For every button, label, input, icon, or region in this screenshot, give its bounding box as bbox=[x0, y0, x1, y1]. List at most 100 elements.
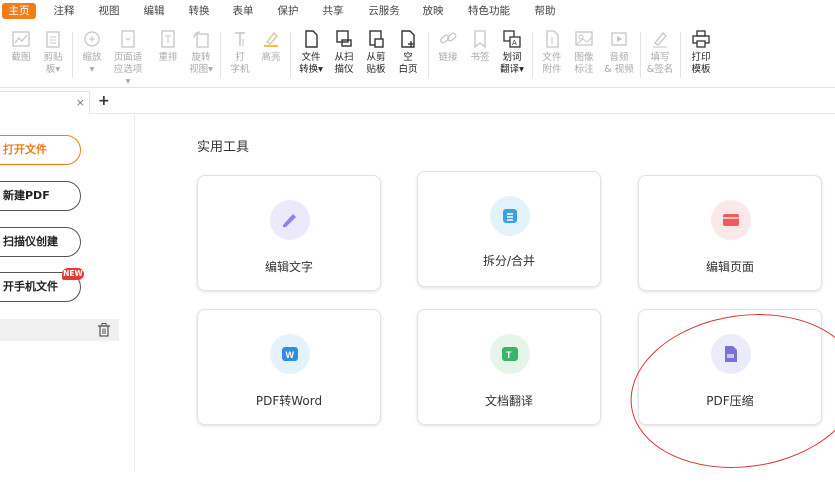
print-icon bbox=[692, 30, 710, 48]
clipboard-icon bbox=[46, 31, 60, 48]
image-annotate-button[interactable]: 图像 标注 bbox=[569, 29, 599, 76]
file-convert-icon bbox=[305, 30, 318, 48]
menu-slideshow[interactable]: 放映 bbox=[419, 3, 447, 19]
menu-annotate[interactable]: 注释 bbox=[50, 3, 78, 19]
tool-card-title: 拆分/合并 bbox=[482, 254, 536, 268]
ribbon-label: 音频 & 视频 bbox=[604, 52, 634, 75]
menu-convert[interactable]: 转换 bbox=[185, 3, 213, 19]
tool-card-edit-text[interactable]: 编辑文字 bbox=[197, 175, 381, 291]
ribbon-label: 文件 转换▾ bbox=[299, 52, 323, 75]
tool-card-title: 编辑文字 bbox=[264, 260, 313, 274]
ribbon-label: 空 白页 bbox=[398, 52, 418, 75]
ribbon-label: 高亮 bbox=[261, 52, 281, 63]
ribbon-label: 图像 标注 bbox=[574, 52, 594, 75]
ribbon-label: 链接 bbox=[438, 52, 458, 63]
fit-page-icon bbox=[121, 30, 135, 48]
ribbon-label: 划词 翻译▾ bbox=[500, 52, 524, 75]
menu-cloud[interactable]: 云服务 bbox=[364, 3, 404, 19]
menu-form[interactable]: 表单 bbox=[229, 3, 257, 19]
edit-page-icon bbox=[711, 200, 751, 240]
ribbon-label: 缩放 ▾ bbox=[82, 52, 102, 75]
ribbon-label: 剪贴 板▾ bbox=[43, 52, 63, 75]
ribbon-label: 从扫 描仪 bbox=[334, 52, 354, 75]
ribbon-toolbar: 截图 剪贴 板▾ 缩放 ▾ 页面适 应选项▾ 重排 旋转 视图▾ 打 字机 高亮… bbox=[0, 22, 835, 88]
chart-icon bbox=[12, 31, 30, 47]
svg-text:T: T bbox=[506, 350, 512, 360]
blank-page-button[interactable]: 空 白页 bbox=[393, 29, 423, 76]
open-file-button[interactable]: 打开文件 bbox=[0, 135, 81, 165]
tool-card-split-merge[interactable]: 拆分/合并 bbox=[417, 171, 601, 287]
menu-protect[interactable]: 保护 bbox=[274, 3, 302, 19]
trash-icon[interactable] bbox=[96, 322, 112, 342]
tool-card-title: PDF转Word bbox=[255, 394, 323, 408]
link-icon bbox=[440, 32, 457, 44]
ribbon-label: 打印 模板 bbox=[691, 52, 711, 75]
recent-file-row[interactable] bbox=[0, 319, 119, 341]
reflow-button[interactable]: 重排 bbox=[153, 29, 183, 64]
link-button[interactable]: 链接 bbox=[433, 29, 463, 64]
highlight-icon bbox=[264, 32, 278, 47]
image-annotate-icon bbox=[575, 31, 593, 46]
ribbon-label: 打 字机 bbox=[230, 52, 250, 75]
menu-share[interactable]: 共享 bbox=[319, 3, 347, 19]
separator bbox=[680, 32, 681, 78]
separator bbox=[220, 32, 221, 78]
clipboard-button[interactable]: 剪贴 板▾ bbox=[38, 29, 68, 76]
from-scanner-button[interactable]: 从扫 描仪 bbox=[329, 29, 359, 76]
tool-card-title: 编辑页面 bbox=[705, 260, 754, 274]
svg-text:A: A bbox=[512, 39, 517, 47]
from-clipboard-button[interactable]: 从剪 贴板 bbox=[361, 29, 391, 76]
sign-icon bbox=[653, 32, 667, 48]
document-tab-bar: × + bbox=[0, 88, 835, 114]
rotate-icon bbox=[193, 31, 209, 48]
bookmark-button[interactable]: 书签 bbox=[465, 29, 495, 64]
audio-video-button[interactable]: 音频 & 视频 bbox=[604, 29, 634, 76]
highlight-button[interactable]: 高亮 bbox=[256, 29, 286, 64]
zoom-icon bbox=[84, 31, 100, 47]
svg-text:W: W bbox=[286, 350, 295, 360]
scanner-icon bbox=[336, 30, 352, 47]
pdf-to-word-icon: W bbox=[270, 334, 310, 374]
tool-card-title: 文档翻译 bbox=[484, 394, 533, 408]
zoom-button[interactable]: 缩放 ▾ bbox=[77, 29, 107, 76]
separator bbox=[290, 32, 291, 78]
bookmark-icon bbox=[474, 30, 486, 49]
print-template-button[interactable]: 打印 模板 bbox=[686, 29, 716, 76]
separator bbox=[640, 32, 641, 78]
close-tab-icon[interactable]: × bbox=[76, 96, 85, 109]
section-title: 实用工具 bbox=[197, 140, 250, 155]
blank-page-icon bbox=[401, 30, 415, 48]
attachment-icon bbox=[546, 30, 559, 48]
pdf-compress-icon bbox=[711, 334, 751, 374]
new-pdf-button[interactable]: 新建PDF bbox=[0, 181, 81, 211]
scanner-create-button[interactable]: 扫描仪创建 bbox=[0, 227, 81, 257]
typewriter-icon bbox=[235, 32, 245, 46]
menu-edit[interactable]: 编辑 bbox=[140, 3, 168, 19]
menu-features[interactable]: 特色功能 bbox=[463, 3, 515, 19]
tool-card-pdf-to-word[interactable]: W PDF转Word bbox=[197, 309, 381, 425]
screenshot-button[interactable]: 截图 bbox=[6, 29, 36, 64]
tool-card-edit-page[interactable]: 编辑页面 bbox=[638, 175, 822, 291]
file-convert-button[interactable]: 文件 转换▾ bbox=[296, 29, 326, 76]
fill-sign-button[interactable]: 填写 &签名 bbox=[645, 29, 675, 76]
menu-home[interactable]: 主页 bbox=[2, 3, 36, 19]
menu-view[interactable]: 视图 bbox=[95, 3, 123, 19]
document-tab[interactable]: × bbox=[0, 91, 90, 114]
new-tab-button[interactable]: + bbox=[98, 93, 110, 109]
separator bbox=[72, 32, 73, 78]
word-translate-button[interactable]: A 划词 翻译▾ bbox=[497, 29, 527, 76]
fit-page-button[interactable]: 页面适 应选项▾ bbox=[113, 29, 143, 88]
ribbon-label: 旋转 视图▾ bbox=[189, 52, 213, 75]
from-clipboard-icon bbox=[369, 30, 384, 48]
separator bbox=[428, 32, 429, 78]
ribbon-label: 重排 bbox=[158, 52, 178, 63]
file-attachment-button[interactable]: 文件 附件 bbox=[537, 29, 567, 76]
edit-text-icon bbox=[270, 200, 310, 240]
menu-help[interactable]: 帮助 bbox=[531, 3, 559, 19]
tool-card-pdf-compress[interactable]: PDF压缩 bbox=[638, 309, 822, 425]
typewriter-button[interactable]: 打 字机 bbox=[225, 29, 255, 76]
tool-card-doc-translate[interactable]: T 文档翻译 bbox=[417, 309, 601, 425]
new-badge: NEW bbox=[62, 268, 84, 280]
rotate-view-button[interactable]: 旋转 视图▾ bbox=[186, 29, 216, 76]
media-icon bbox=[611, 32, 627, 46]
